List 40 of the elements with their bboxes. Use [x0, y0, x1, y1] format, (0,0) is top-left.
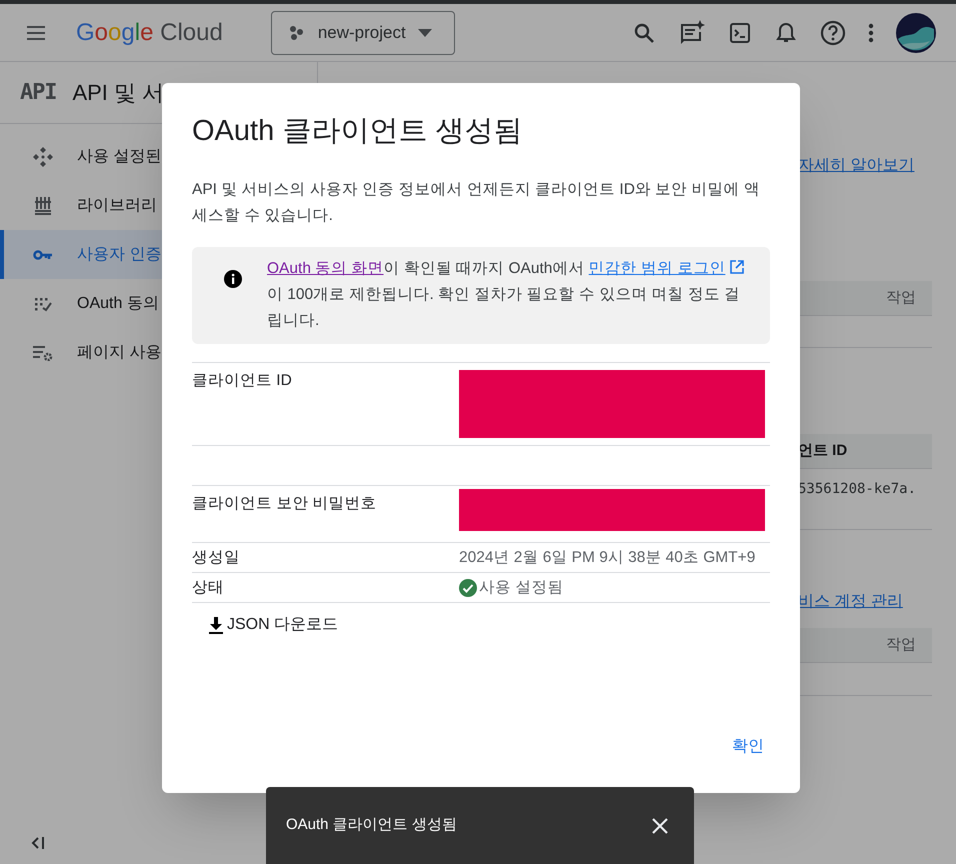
status-text: 사용 설정됨 — [479, 578, 564, 598]
avatar[interactable] — [896, 12, 936, 52]
check-circle-icon — [459, 578, 477, 596]
sensitive-scope-link[interactable]: 민감한 범위 로그인 — [588, 260, 726, 277]
field-label: 클라이언트 보안 비밀번호 — [192, 494, 378, 514]
dots-icon — [288, 24, 306, 42]
table-cell: 53561208-ke7a. — [798, 481, 916, 497]
more-icon[interactable] — [868, 22, 874, 42]
field-label: 클라이언트 ID — [192, 371, 293, 391]
help-icon[interactable] — [820, 20, 846, 46]
dotted-check-icon — [34, 296, 52, 312]
section-title: API 및 서 — [72, 79, 164, 107]
key-icon — [33, 248, 53, 260]
field-label: 생성일 — [192, 548, 241, 568]
caret-icon — [418, 28, 432, 36]
library-icon — [34, 196, 52, 214]
product-logo[interactable]: Google Cloud — [76, 14, 223, 50]
info-icon — [224, 270, 242, 288]
dialog-description: API 및 서비스의 사용자 인증 정보에서 언제든지 클라이언트 ID와 보안 비밀에 액세스할 수 있습니다. — [192, 180, 761, 226]
collapse-icon[interactable] — [30, 836, 46, 850]
bell-icon[interactable] — [774, 20, 798, 44]
confirm-button[interactable]: 확인 — [724, 731, 772, 763]
created-date: 2024년 2월 6일 PM 9시 38분 40초 GMT+9 — [459, 548, 756, 568]
download-button[interactable]: JSON 다운로드 — [207, 613, 338, 637]
api-logo: API — [20, 79, 56, 107]
field-label: 상태 — [192, 578, 225, 598]
chat-sparkle-icon[interactable] — [678, 20, 706, 46]
download-icon — [207, 616, 225, 634]
external-link-icon — [730, 260, 744, 274]
diamond-icon — [33, 146, 53, 166]
column-header: 작업 — [886, 288, 916, 308]
learn-more-link[interactable]: 자세히 알아보기 — [798, 154, 932, 178]
close-icon[interactable] — [652, 818, 668, 834]
terminal-icon[interactable] — [728, 20, 752, 44]
list-gear-icon — [33, 344, 53, 360]
column-header: 언트 ID — [798, 440, 848, 461]
project-picker[interactable]: new-project — [270, 10, 455, 54]
column-header: 작업 — [886, 634, 916, 655]
snackbar-message: OAuth 클라이언트 생성됨 — [286, 815, 457, 836]
dialog-title: OAuth 클라이언트 생성됨 — [192, 114, 524, 149]
